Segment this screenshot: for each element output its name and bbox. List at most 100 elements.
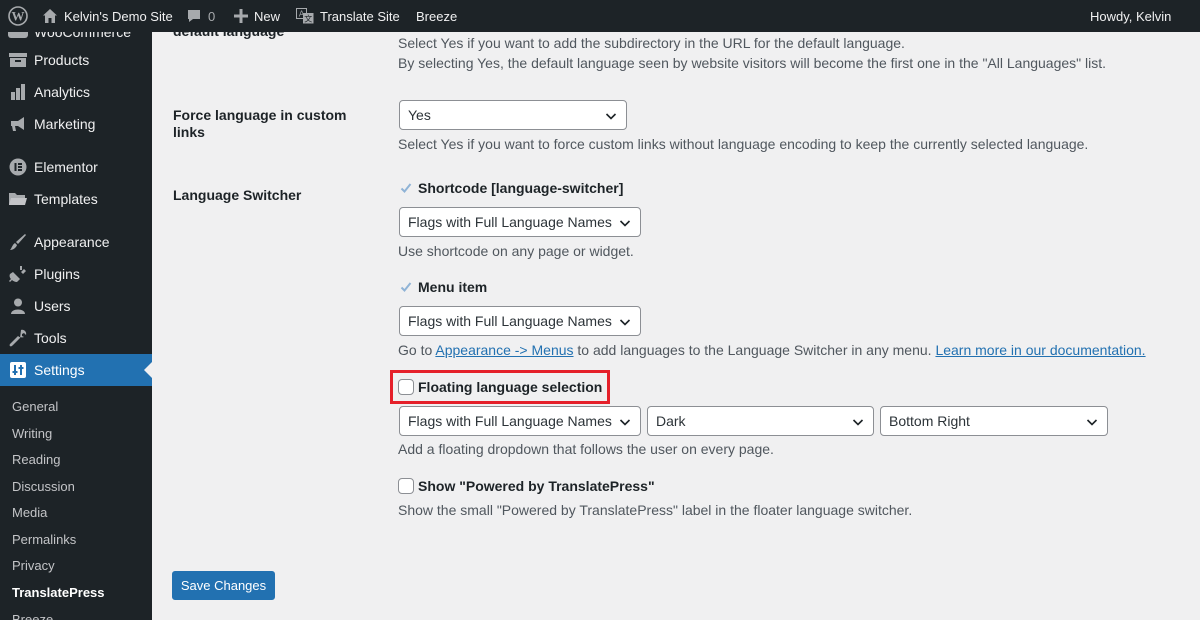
chevron-down-icon — [605, 113, 617, 120]
sidebar-item-label: Elementor — [34, 159, 98, 175]
megaphone-icon — [8, 114, 28, 134]
wrench-icon — [8, 328, 28, 348]
sidebar-item-products[interactable]: Products — [0, 44, 152, 76]
sidebar-item-tools[interactable]: Tools — [0, 322, 152, 354]
breeze-link[interactable]: Breeze — [416, 0, 457, 32]
submenu-permalinks[interactable]: Permalinks — [12, 531, 76, 549]
checkmark-icon[interactable] — [398, 279, 414, 295]
sidebar-item-label: Marketing — [34, 116, 96, 132]
admin-sidebar: WooCommerce Products Analytics Marketing… — [0, 32, 152, 620]
chevron-down-icon — [852, 419, 864, 426]
chevron-down-icon — [1086, 419, 1098, 426]
settings-sliders-icon — [8, 360, 28, 380]
powered-by-checkbox-row[interactable]: Show "Powered by TranslatePress" — [398, 478, 655, 494]
sidebar-item-elementor[interactable]: Elementor — [0, 151, 152, 183]
plus-icon — [234, 9, 248, 23]
site-name-link[interactable]: Kelvin's Demo Site — [42, 0, 173, 32]
wordpress-logo-button[interactable]: W — [8, 0, 34, 32]
language-switcher-label: Language Switcher — [173, 187, 302, 203]
submenu-reading[interactable]: Reading — [12, 451, 60, 469]
new-label: New — [254, 8, 281, 24]
chevron-down-icon — [619, 319, 631, 326]
submenu-discussion[interactable]: Discussion — [12, 478, 75, 496]
site-name: Kelvin's Demo Site — [64, 8, 173, 24]
shortcode-checkbox-row[interactable]: Shortcode [language-switcher] — [398, 180, 623, 196]
woocommerce-icon — [8, 32, 28, 42]
floating-color-select-value: Dark — [656, 413, 686, 429]
shortcode-style-select-value: Flags with Full Language Names — [408, 214, 612, 230]
menu-item-checkbox-row[interactable]: Menu item — [398, 279, 487, 295]
chevron-down-icon — [619, 419, 631, 426]
bar-chart-icon — [8, 82, 28, 102]
floating-position-select[interactable]: Bottom Right — [880, 406, 1108, 436]
sidebar-item-label: WooCommerce — [34, 32, 131, 40]
admin-bar: W Kelvin's Demo Site 0 New A文 Translate … — [0, 0, 1200, 32]
checkmark-icon[interactable] — [398, 180, 414, 196]
force-language-label-line-1: Force language in custom — [173, 107, 347, 123]
breeze-label: Breeze — [416, 8, 458, 24]
floating-style-select[interactable]: Flags with Full Language Names — [399, 406, 641, 436]
sidebar-item-templates[interactable]: Templates — [0, 183, 152, 215]
powered-by-checkbox[interactable] — [398, 478, 414, 494]
force-language-description: Select Yes if you want to force custom l… — [398, 136, 1089, 152]
shortcode-label: Shortcode [language-switcher] — [418, 180, 624, 196]
save-changes-button[interactable]: Save Changes — [172, 571, 275, 600]
submenu-breeze[interactable]: Breeze — [12, 611, 53, 620]
sidebar-item-plugins[interactable]: Plugins — [0, 258, 152, 290]
shortcode-style-select[interactable]: Flags with Full Language Names — [399, 207, 641, 237]
chevron-down-icon — [619, 220, 631, 227]
menu-item-label: Menu item — [418, 279, 488, 295]
floating-language-description: Add a floating dropdown that follows the… — [398, 441, 774, 457]
subdirectory-description-2: By selecting Yes, the default language s… — [398, 55, 1107, 71]
submenu-writing[interactable]: Writing — [12, 425, 52, 443]
svg-text:W: W — [12, 9, 25, 24]
sidebar-item-label: Appearance — [34, 234, 110, 250]
paintbrush-icon — [8, 232, 28, 252]
sidebar-item-users[interactable]: Users — [0, 290, 152, 322]
submenu-general[interactable]: General — [12, 398, 58, 416]
sidebar-item-label: Analytics — [34, 84, 91, 100]
documentation-link[interactable]: Learn more in our documentation. — [935, 342, 1145, 358]
powered-by-label: Show "Powered by TranslatePress" — [418, 478, 655, 494]
menu-description-prefix: Go to — [398, 342, 433, 358]
svg-text:文: 文 — [304, 14, 312, 24]
sidebar-item-marketing[interactable]: Marketing — [0, 108, 152, 140]
sidebar-item-label: Plugins — [34, 266, 80, 282]
home-icon — [42, 8, 58, 24]
floating-color-select[interactable]: Dark — [647, 406, 874, 436]
folder-icon — [8, 189, 28, 209]
floating-language-checkbox-row[interactable]: Floating language selection — [398, 379, 602, 395]
sidebar-item-label: Products — [34, 52, 90, 68]
plug-icon — [8, 264, 28, 284]
wordpress-logo-icon: W — [8, 6, 28, 26]
submenu-privacy[interactable]: Privacy — [12, 557, 55, 575]
menu-description-middle: to add languages to the Language Switche… — [577, 342, 932, 358]
sidebar-item-label: Users — [34, 298, 71, 314]
translate-icon: A文 — [296, 8, 314, 24]
new-content-link[interactable]: New — [234, 0, 280, 32]
menu-item-style-select[interactable]: Flags with Full Language Names — [399, 306, 641, 336]
settings-content: default language Select Yes if you want … — [152, 23, 1200, 620]
comments-link[interactable]: 0 — [186, 0, 215, 32]
archive-icon — [8, 50, 28, 70]
floating-position-select-value: Bottom Right — [889, 413, 970, 429]
howdy-text: Howdy, Kelvin — [1090, 8, 1172, 24]
menu-item-description: Go to Appearance -> Menus to add languag… — [398, 340, 1146, 360]
sidebar-item-label: Templates — [34, 191, 98, 207]
sidebar-item-settings[interactable]: Settings — [0, 354, 152, 386]
sidebar-item-label: Settings — [34, 362, 85, 378]
translate-site-link[interactable]: A文 Translate Site — [296, 0, 400, 32]
sidebar-item-appearance[interactable]: Appearance — [0, 226, 152, 258]
force-language-select[interactable]: Yes — [399, 100, 627, 130]
sidebar-item-analytics[interactable]: Analytics — [0, 76, 152, 108]
floating-language-checkbox[interactable] — [398, 379, 414, 395]
force-language-label-line-2: links — [173, 124, 205, 140]
sidebar-item-label: Tools — [34, 330, 67, 346]
submenu-translatepress[interactable]: TranslatePress — [12, 584, 105, 602]
appearance-menus-link[interactable]: Appearance -> Menus — [435, 342, 573, 358]
comment-bubble-icon — [186, 8, 202, 24]
submenu-media[interactable]: Media — [12, 504, 47, 522]
my-account-link[interactable]: Howdy, Kelvin — [1090, 0, 1171, 32]
user-icon — [8, 296, 28, 316]
floating-language-label: Floating language selection — [418, 379, 603, 395]
